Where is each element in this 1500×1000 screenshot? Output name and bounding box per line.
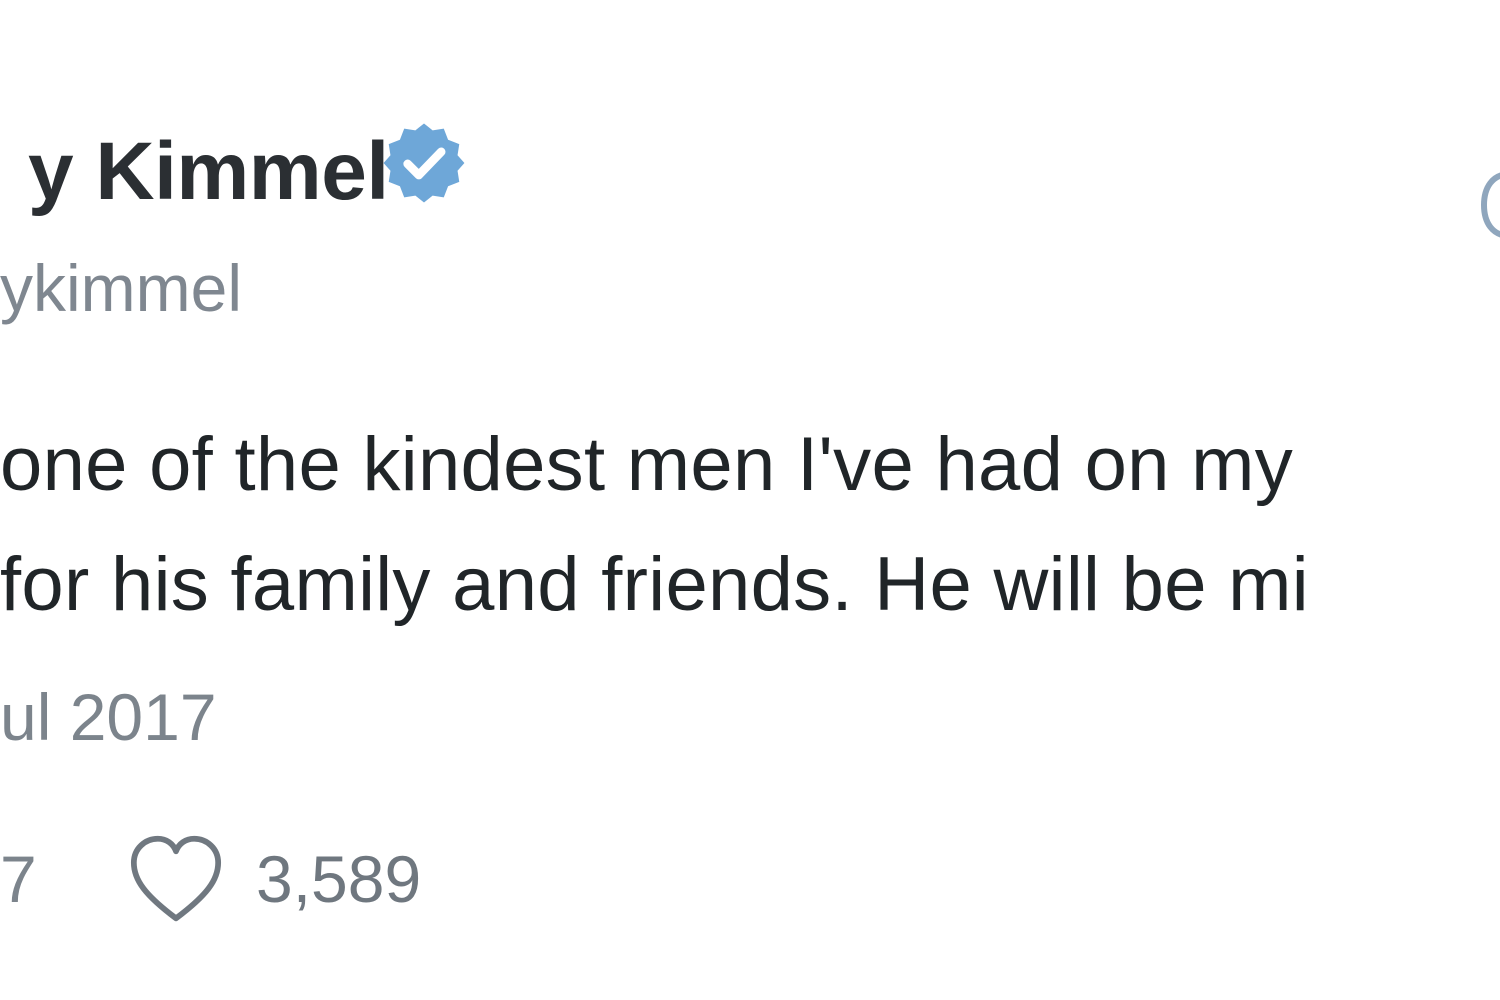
author-handle[interactable]: ykimmel bbox=[0, 255, 242, 321]
tweet-timestamp[interactable]: ul 2017 bbox=[0, 684, 217, 750]
verified-badge-icon bbox=[383, 123, 465, 203]
retweet-count: 7 bbox=[0, 842, 37, 916]
tweet-card: y Kimmel ykimmel one of the kindest men … bbox=[0, 0, 1500, 1000]
like-count: 3,589 bbox=[256, 842, 422, 916]
heart-icon[interactable] bbox=[128, 834, 224, 926]
tweet-text-line-1: one of the kindest men I've had on my bbox=[0, 422, 1294, 507]
tweet-text-line-2: for his family and friends. He will be m… bbox=[0, 542, 1309, 627]
partial-icon bbox=[1480, 172, 1500, 238]
author-display-name[interactable]: y Kimmel bbox=[28, 131, 389, 213]
